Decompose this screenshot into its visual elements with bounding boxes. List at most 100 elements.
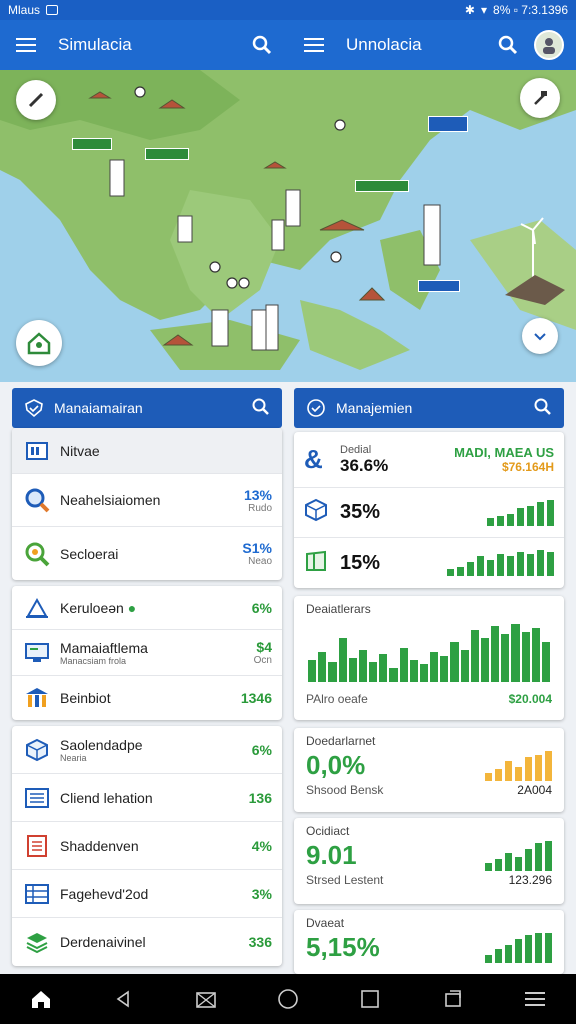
circle-icon: [278, 989, 298, 1009]
mini-bar-chart: [485, 933, 552, 963]
hexagon-icon: [304, 498, 334, 527]
list-item[interactable]: Mamaiaftlema Manacsiam frola $4 Ocn: [12, 630, 282, 676]
back-triangle-icon: [117, 990, 130, 1008]
metric-row[interactable]: & Dedial 36.6% MADI, MAEA US $76.164H: [294, 432, 564, 488]
list-item-label: Nitvae: [60, 442, 100, 459]
search-icon[interactable]: [248, 31, 276, 59]
stat-card-value: 5,15%: [306, 932, 380, 962]
menu-icon: [524, 992, 545, 1006]
screenshot-button[interactable]: [186, 979, 226, 1019]
mini-bar-chart: [485, 841, 552, 871]
chart-card-title: Deaiatlerars: [306, 602, 371, 616]
document-icon: [22, 832, 52, 860]
list-item[interactable]: Secloerai S1% Neao: [12, 527, 282, 580]
map-view[interactable]: [0, 70, 576, 382]
list-item-label: Cliend lehation: [60, 789, 153, 806]
home-circle-button[interactable]: [268, 979, 308, 1019]
home-button[interactable]: [16, 320, 62, 366]
search-icon[interactable]: [252, 398, 270, 419]
map-label: [72, 138, 112, 150]
search-icon[interactable]: [534, 398, 552, 419]
bar-chart: [294, 620, 564, 682]
list-icon: [22, 437, 52, 465]
shield-check-icon: [307, 399, 325, 417]
back-button[interactable]: [103, 979, 143, 1019]
stat-card-value: 0,0%: [306, 750, 366, 780]
map-label: [355, 180, 409, 192]
stat-card-footer-right: 2A004: [517, 783, 552, 797]
box-icon: [304, 549, 334, 578]
list-item-label: Neahelsiaiomen: [60, 492, 161, 508]
list-item-value: 336: [248, 934, 272, 950]
list-item-value: $4 Ocn: [253, 639, 272, 666]
map-label: [428, 116, 468, 132]
stat-card-value: 9.01: [306, 840, 357, 870]
chart-card[interactable]: Deaiatlerars PAlro oeafe $20.004: [294, 596, 564, 720]
stat-card-title: Ocidiact: [306, 824, 350, 838]
list-item-value: 4%: [251, 837, 272, 854]
home-nav-button[interactable]: [21, 979, 61, 1019]
server-icon: [22, 784, 52, 812]
shield-check-icon: [25, 399, 43, 418]
rotate-button[interactable]: [433, 979, 473, 1019]
metric-row[interactable]: 35%: [294, 488, 564, 538]
mini-bar-chart: [487, 499, 554, 526]
layers-button[interactable]: [520, 78, 560, 118]
list-item-value: 1346: [240, 690, 272, 706]
list-item[interactable]: Nitvae: [12, 428, 282, 474]
list-item[interactable]: Neahelsiaiomen 13% Rudo: [12, 474, 282, 527]
menu-icon[interactable]: [12, 31, 40, 59]
home-icon: [32, 991, 51, 1008]
system-nav-bar: [0, 974, 576, 1024]
bluetooth-icon: ✱: [464, 3, 475, 17]
metric-row[interactable]: 15%: [294, 538, 564, 588]
recents-button[interactable]: [350, 979, 390, 1019]
list-item-value: 6%: [251, 741, 272, 758]
list-item-label: Beinbiot: [60, 690, 111, 706]
stat-card[interactable]: Ocidiact 9.01 Strsed Lestent 123.296: [294, 818, 564, 904]
map-label: [418, 280, 460, 292]
list-item-value: 6%: [251, 599, 272, 616]
stat-card-footer-left: Strsed Lestent: [306, 873, 384, 887]
search-icon[interactable]: [494, 31, 522, 59]
list-item[interactable]: Derdenaivinel 336: [12, 918, 282, 966]
stat-card[interactable]: Dvaeat 5,15%: [294, 910, 564, 974]
app-title-right: Unnolacia: [346, 35, 422, 54]
hammer-icon: [534, 91, 547, 105]
stack-icon: [22, 928, 52, 956]
list-item[interactable]: Shaddenven 4%: [12, 822, 282, 870]
triangle-ruler-icon: [22, 594, 52, 622]
list-item-value: 13% Rudo: [243, 486, 272, 514]
menu-button[interactable]: [515, 979, 555, 1019]
chevron-down-icon: [534, 333, 546, 341]
stat-card-footer-right: 123.296: [508, 873, 552, 887]
list-item[interactable]: Fagehevd'2od 3%: [12, 870, 282, 918]
edit-button[interactable]: [16, 80, 56, 120]
wifi-icon: ▾: [480, 3, 488, 17]
avatar[interactable]: [534, 30, 564, 60]
list-item-value: 136: [248, 789, 272, 806]
left-group-1: Nitvae Neahelsiaiomen 13% Rudo Secloerai …: [12, 428, 282, 580]
app-bar: Simulacia Unnolacia: [0, 20, 576, 70]
map-label: [145, 148, 189, 160]
list-item-label: Mamaiaftlema Manacsiam frola: [60, 639, 148, 666]
app-title-left: Simulacia: [58, 35, 132, 54]
mini-bar-chart: [485, 751, 552, 781]
magnifier-icon: [22, 486, 52, 514]
building-icon: [22, 684, 52, 712]
stat-card[interactable]: Doedarlarnet 0,0% Shsood Bensk 2A004: [294, 728, 564, 812]
cube-icon: [22, 736, 52, 764]
left-group-3: Saolendadpe Nearia 6% Cliend lehation 136…: [12, 726, 282, 966]
square-icon: [361, 990, 380, 1008]
metrics-card: & Dedial 36.6% MADI, MAEA US $76.164H 35…: [294, 432, 564, 588]
list-item[interactable]: Cliend lehation 136: [12, 774, 282, 822]
pencil-icon: [28, 92, 44, 108]
list-item[interactable]: Beinbiot 1346: [12, 676, 282, 720]
stat-card-title: Dvaeat: [306, 916, 345, 930]
list-item[interactable]: Keruloeən ● 6%: [12, 586, 282, 630]
crop-icon: [195, 992, 216, 1008]
menu-icon[interactable]: [300, 31, 328, 59]
list-item[interactable]: Saolendadpe Nearia 6%: [12, 726, 282, 774]
collapse-button[interactable]: [522, 318, 558, 354]
metric-tag-secondary: $76.164H: [501, 460, 554, 474]
